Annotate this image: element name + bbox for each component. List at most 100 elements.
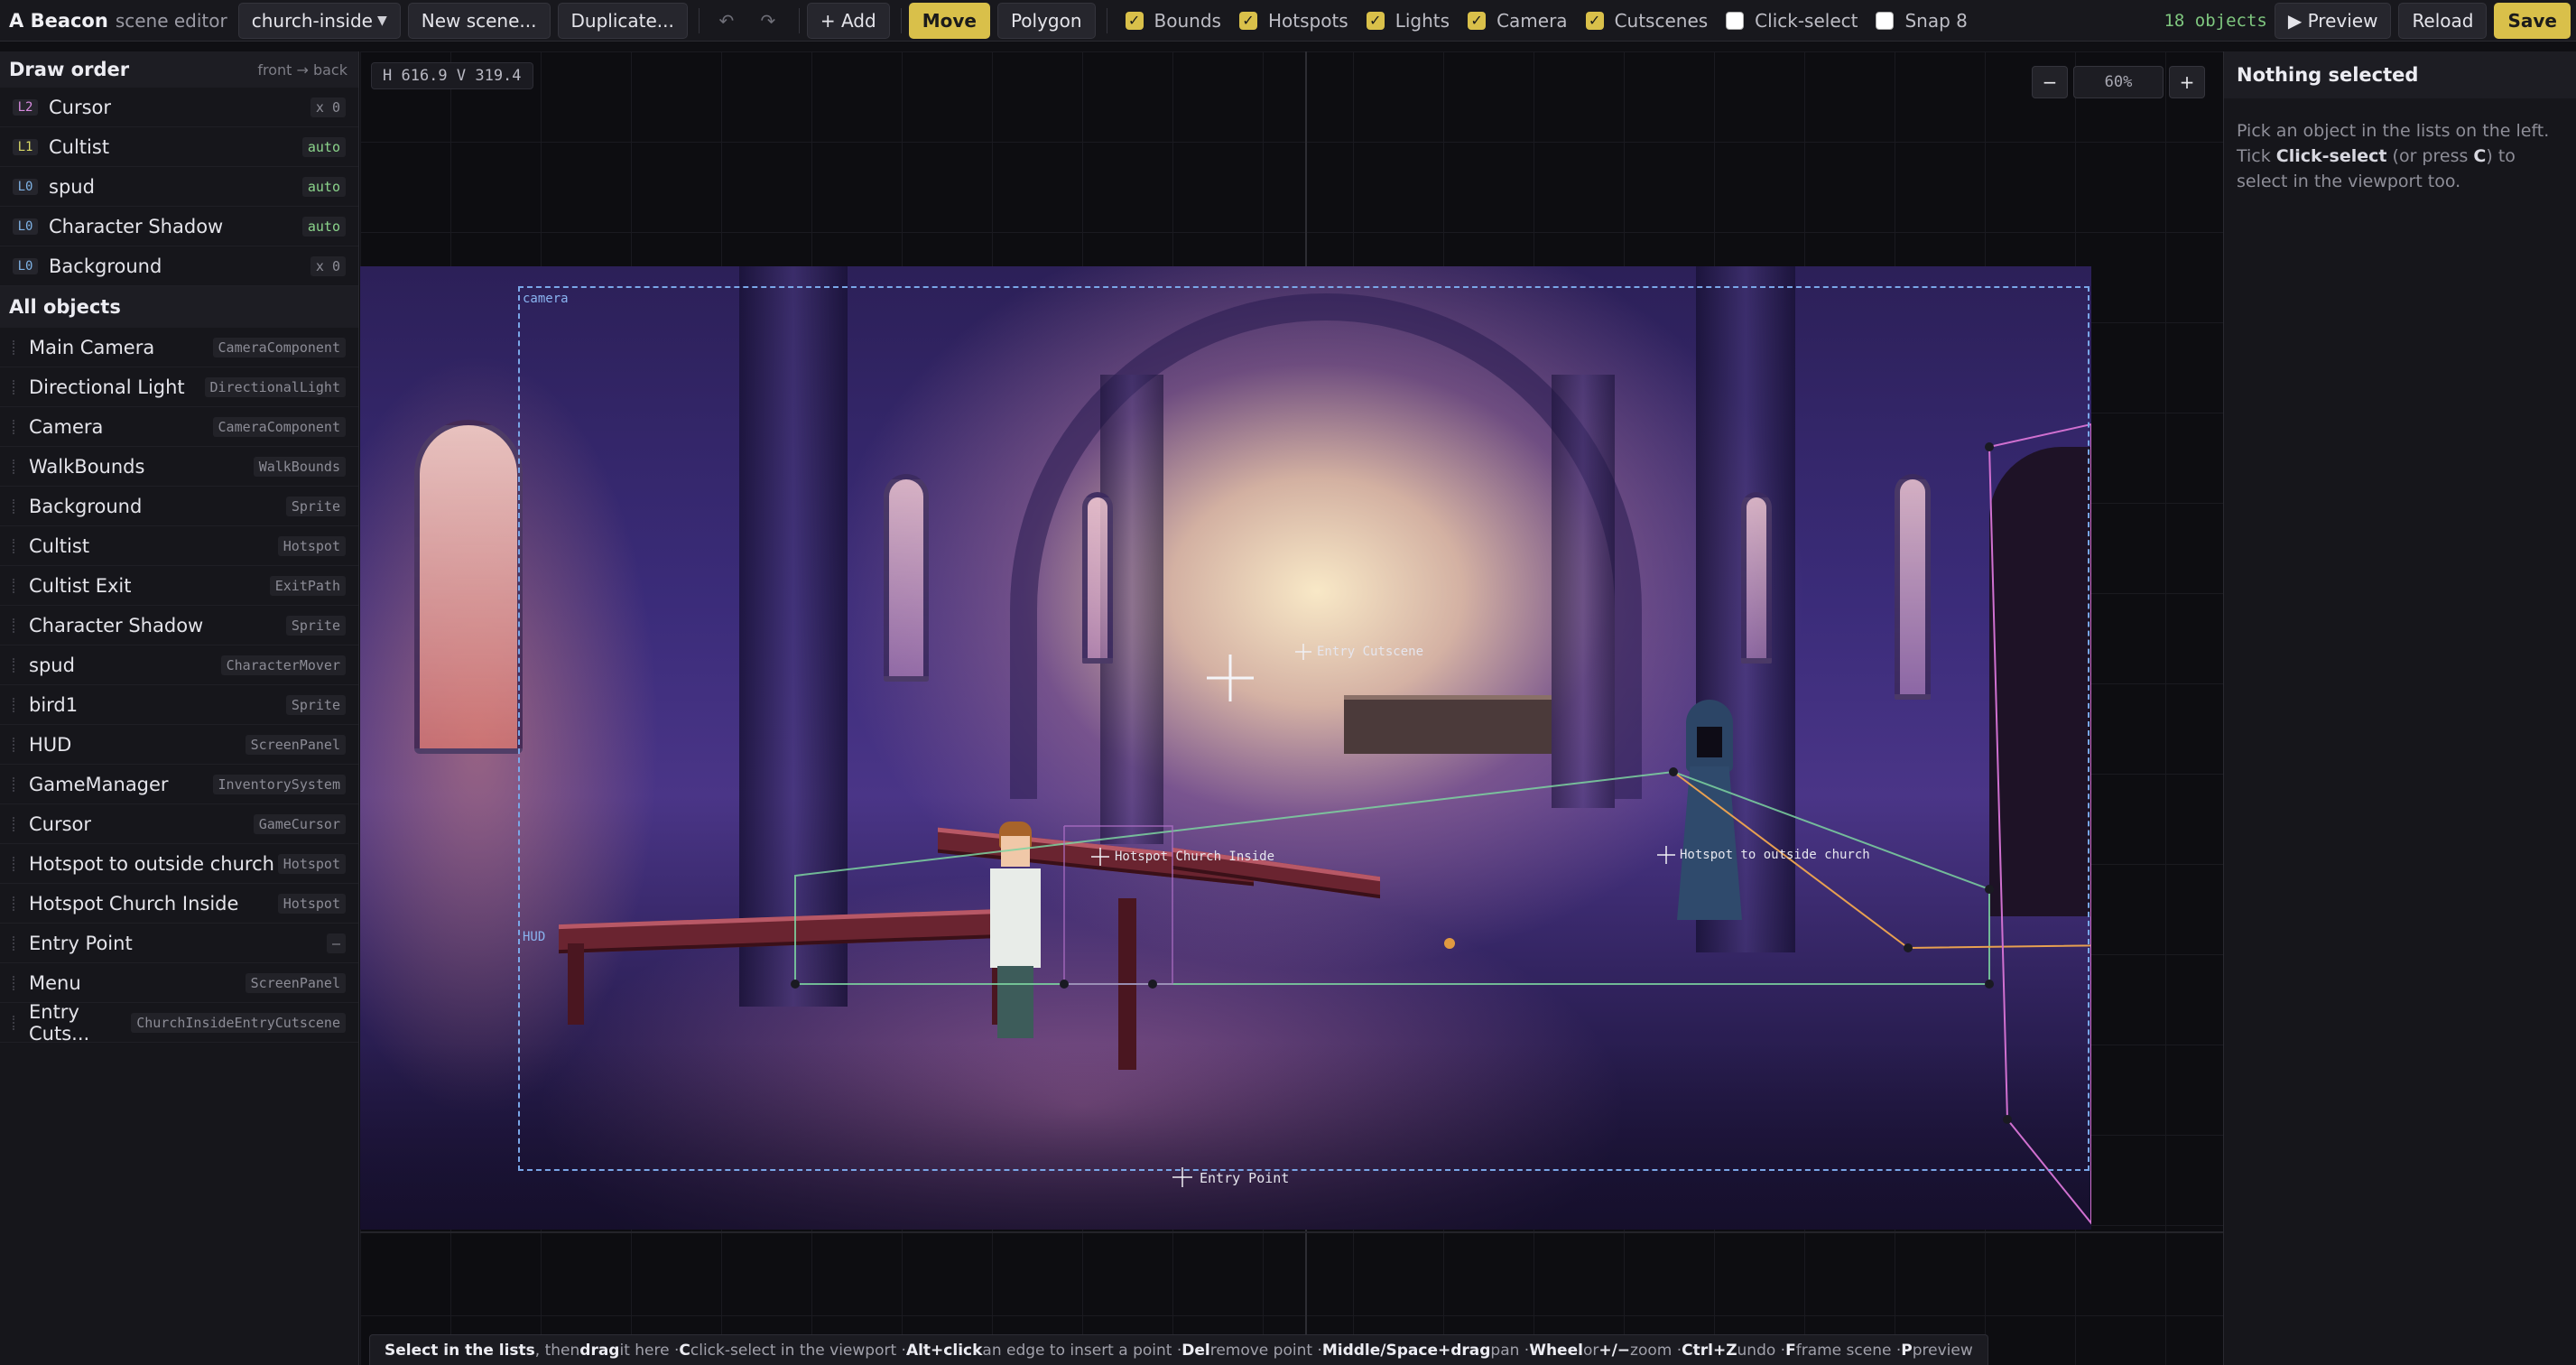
object-type-badge: – [326, 933, 346, 953]
preview-button[interactable]: ▶ Preview [2274, 2, 2392, 39]
object-row[interactable]: Cursor GameCursor [0, 804, 358, 844]
shortcut-key: Del [1181, 1341, 1210, 1360]
camera-label: camera [523, 292, 569, 306]
checkbox-unchecked-icon [1726, 11, 1745, 30]
inspector-text: (or press [2386, 146, 2474, 166]
drag-handle-icon[interactable] [13, 339, 16, 355]
toggle-bounds[interactable]: ✓ Bounds [1125, 10, 1221, 32]
object-row[interactable]: Camera CameraComponent [0, 407, 358, 447]
camera-bounds-rect[interactable] [518, 286, 2090, 1171]
draw-order-badge[interactable]: auto [301, 176, 346, 197]
draw-order-item[interactable]: L0 Character Shadow auto [0, 207, 358, 246]
object-row[interactable]: Main Camera CameraComponent [0, 328, 358, 367]
object-row[interactable]: bird1 Sprite [0, 685, 358, 725]
shortcut-text: pan · [1490, 1341, 1530, 1360]
zoom-out-button[interactable]: − [2032, 66, 2068, 98]
toggle-hotspots[interactable]: ✓ Hotspots [1238, 10, 1348, 32]
toggle-snap-8[interactable]: Snap 8 [1876, 10, 1968, 32]
object-row[interactable]: Hotspot Church Inside Hotspot [0, 884, 358, 924]
zoom-in-button[interactable]: + [2169, 66, 2205, 98]
all-objects-title: All objects [9, 296, 121, 318]
save-button[interactable]: Save [2494, 2, 2571, 39]
draw-order-item[interactable]: L2 Cursor x 0 [0, 88, 358, 127]
object-name: Camera [29, 415, 104, 438]
object-row[interactable]: Entry Cuts... ChurchInsideEntryCutscene [0, 1001, 358, 1045]
draw-order-badge[interactable]: auto [301, 216, 346, 237]
drag-handle-icon[interactable] [13, 657, 16, 673]
object-row[interactable]: Cultist Exit ExitPath [0, 566, 358, 606]
inspector-empty-message: Pick an object in the lists on the left.… [2224, 98, 2576, 214]
duplicate-button[interactable]: Duplicate... [557, 2, 688, 39]
object-row[interactable]: Entry Point – [0, 924, 358, 963]
drag-handle-icon[interactable] [13, 856, 16, 871]
undo-button[interactable]: ↶ [707, 3, 746, 39]
object-name: Directional Light [29, 376, 185, 398]
draw-order-item-name: Character Shadow [49, 215, 224, 237]
drag-handle-icon[interactable] [13, 816, 16, 831]
inspector-line-2: Tick Click-select (or press C) to select… [2237, 144, 2563, 194]
object-name: Background [29, 495, 143, 517]
drag-handle-icon[interactable] [13, 538, 16, 553]
object-row[interactable]: HUD ScreenPanel [0, 725, 358, 765]
toggle-lights[interactable]: ✓ Lights [1366, 10, 1450, 32]
toggle-label: Camera [1496, 9, 1568, 32]
draw-order-badge[interactable]: auto [301, 136, 346, 157]
object-name: Character Shadow [29, 614, 204, 636]
draw-order-item[interactable]: L1 Cultist auto [0, 127, 358, 167]
drag-handle-icon[interactable] [13, 578, 16, 593]
drag-handle-icon[interactable] [13, 379, 16, 395]
drag-handle-icon[interactable] [13, 737, 16, 752]
drag-handle-icon[interactable] [13, 697, 16, 712]
object-row[interactable]: Background Sprite [0, 487, 358, 526]
toolbar-divider [900, 7, 902, 33]
object-row[interactable]: spud CharacterMover [0, 645, 358, 685]
object-name: Hotspot to outside church [29, 852, 274, 875]
object-name: bird1 [29, 693, 79, 716]
app-subtitle: scene editor [115, 9, 227, 32]
entry-point-label: Entry Point [1200, 1170, 1290, 1186]
reload-button[interactable]: Reload [2398, 2, 2488, 39]
toggle-click-select[interactable]: Click-select [1726, 10, 1858, 32]
polygon-tool-button[interactable]: Polygon [996, 2, 1096, 39]
object-row[interactable]: Hotspot to outside church Hotspot [0, 844, 358, 884]
drag-handle-icon[interactable] [13, 498, 16, 514]
drag-handle-icon[interactable] [13, 459, 16, 474]
object-type-badge: GameCursor [253, 813, 346, 834]
object-row[interactable]: Directional Light DirectionalLight [0, 367, 358, 407]
toggle-camera[interactable]: ✓ Camera [1468, 10, 1568, 32]
object-row[interactable]: GameManager InventorySystem [0, 765, 358, 804]
drag-handle-icon[interactable] [13, 935, 16, 951]
draw-order-item-name: Cursor [49, 96, 112, 118]
drag-handle-icon[interactable] [13, 776, 16, 792]
shortcut-key: Ctrl+Z [1682, 1341, 1737, 1360]
drag-handle-icon[interactable] [13, 896, 16, 911]
new-scene-button[interactable]: New scene... [407, 2, 551, 39]
scene-background-sprite[interactable]: camera HUD Entry Cutscene Hotspot Church… [360, 266, 2091, 1230]
zoom-level: 60% [2073, 66, 2164, 98]
drag-handle-icon[interactable] [13, 975, 16, 990]
add-button[interactable]: + Add [806, 2, 890, 39]
draw-order-title: Draw order [9, 59, 130, 80]
drag-handle-icon[interactable] [13, 419, 16, 434]
draw-order-item[interactable]: L0 Background x 0 [0, 246, 358, 286]
scene-viewport[interactable]: camera HUD Entry Cutscene Hotspot Church… [360, 51, 2223, 1365]
object-row[interactable]: WalkBounds WalkBounds [0, 447, 358, 487]
draw-order-badge[interactable]: x 0 [310, 97, 346, 117]
object-name: spud [29, 654, 75, 676]
drag-handle-icon[interactable] [13, 1015, 16, 1030]
object-row[interactable]: Character Shadow Sprite [0, 606, 358, 645]
toggle-cutscenes[interactable]: ✓ Cutscenes [1585, 10, 1708, 32]
object-row[interactable]: Cultist Hotspot [0, 526, 358, 566]
redo-button[interactable]: ↷ [748, 3, 788, 39]
cursor-coordinates: H 616.9 V 319.4 [371, 62, 533, 89]
object-type-badge: Sprite [285, 496, 346, 516]
object-name: WalkBounds [29, 455, 145, 478]
left-panel: Draw order front → back L2 Cursor x 0 L1 Cu… [0, 51, 359, 1365]
drag-handle-icon[interactable] [13, 618, 16, 633]
scene-select[interactable]: church-inside ▼ [237, 2, 401, 39]
layer-badge: L0 [13, 257, 38, 274]
move-tool-button[interactable]: Move [908, 2, 990, 39]
draw-order-badge[interactable]: x 0 [310, 255, 346, 276]
draw-order-item[interactable]: L0 spud auto [0, 167, 358, 207]
object-row[interactable]: Menu ScreenPanel [0, 963, 358, 1003]
